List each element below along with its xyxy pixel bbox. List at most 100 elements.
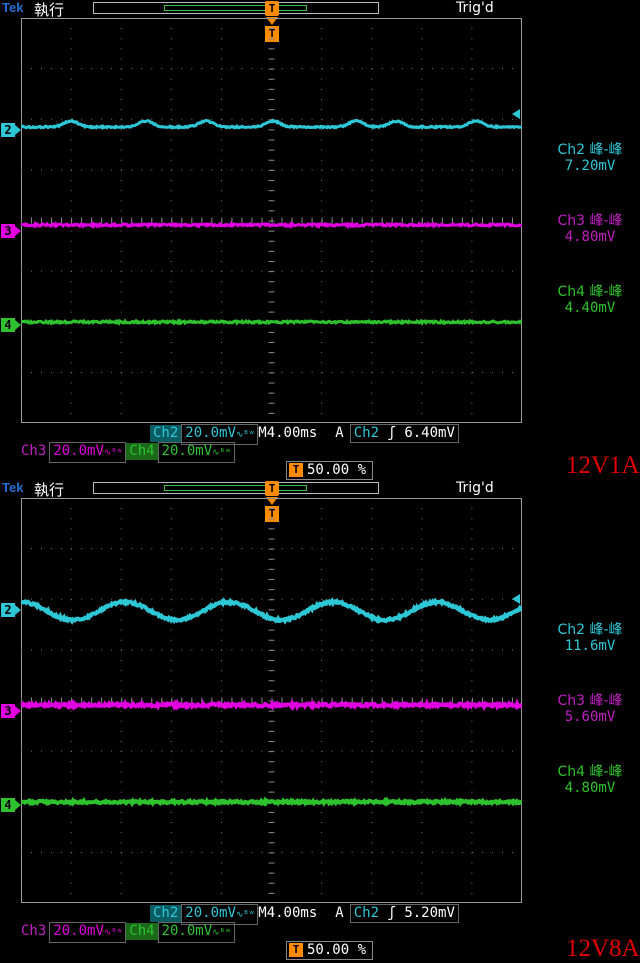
ch2-label[interactable]: Ch2	[150, 905, 181, 922]
measurement-ch3-pk2pk: Ch3 峰-峰 5.60mV	[540, 693, 640, 725]
bottom-readout-row-2: Ch3 20.0mV∿ᴮʷ Ch4 20.0mV∿ᴮʷ	[18, 922, 235, 939]
ch3-scale[interactable]: 20.0mV∿ᴮʷ	[49, 442, 126, 463]
bandwidth-limit-icon: ∿ᴮʷ	[212, 928, 230, 938]
trigger-position-icon: T	[289, 463, 303, 477]
trigger-level-marker[interactable]	[512, 109, 520, 119]
ch4-ground-marker[interactable]: 4	[1, 798, 15, 812]
ch4-marker-label: 4	[4, 318, 11, 332]
measurement-value: 4.40mV	[540, 300, 640, 316]
record-view-window	[164, 485, 307, 491]
trigger-position-readout[interactable]: T 50.00 %	[286, 461, 373, 480]
ch4-waveform	[21, 801, 522, 803]
load-condition-label: 12V1A	[566, 452, 640, 480]
measurement-ch2-pk2pk: Ch2 峰-峰 11.6mV	[540, 622, 640, 654]
trigger-state-label: Trig'd	[456, 480, 494, 496]
timebase[interactable]: M4.00ms	[258, 425, 317, 441]
ch3-scale-value: 20.0mV	[53, 443, 104, 459]
status-bar: Tek 執行 T Trig'd	[0, 0, 640, 18]
ch2-waveform	[21, 120, 522, 127]
ch3-label[interactable]: Ch3	[18, 923, 49, 940]
ch4-ground-marker[interactable]: 4	[1, 318, 15, 332]
ch3-waveform	[21, 704, 522, 707]
load-condition-label: 12V8A	[566, 935, 640, 963]
trigger-position-value: 50.00 %	[307, 462, 366, 478]
ch3-label[interactable]: Ch3	[18, 443, 49, 460]
ch3-ground-marker[interactable]: 3	[1, 224, 15, 238]
measurement-value: 5.60mV	[540, 709, 640, 725]
waveform-graticule[interactable]	[21, 18, 522, 423]
record-view-window	[164, 5, 307, 11]
graticule-dots	[21, 18, 522, 414]
measurement-label: Ch4 峰-峰	[540, 764, 640, 780]
trigger-position-icon: T	[289, 943, 303, 957]
trigger-level-marker[interactable]	[512, 594, 520, 604]
trigger-position-icon[interactable]: T	[265, 481, 279, 496]
trigger-source[interactable]: Ch2 ʃ 6.40mV	[350, 424, 459, 443]
bandwidth-limit-icon: ∿ᴮʷ	[236, 910, 254, 920]
trigger-mode: A	[335, 425, 343, 441]
measurement-label: Ch3 峰-峰	[540, 693, 640, 709]
measurement-value: 11.6mV	[540, 638, 640, 654]
bottom-readout-row-2: Ch3 20.0mV∿ᴮʷ Ch4 20.0mV∿ᴮʷ	[18, 442, 235, 459]
waveform-display	[21, 498, 522, 903]
ch2-label[interactable]: Ch2	[150, 425, 181, 442]
ch3-scale[interactable]: 20.0mV∿ᴮʷ	[49, 922, 126, 943]
run-state-label[interactable]: 執行	[34, 0, 64, 20]
bandwidth-limit-icon: ∿ᴮʷ	[104, 928, 122, 938]
graticule-dots	[21, 498, 522, 894]
ch2-scale-value: 20.0mV	[185, 425, 236, 441]
trigger-state-label: Trig'd	[456, 0, 494, 16]
ch4-waveform	[21, 321, 522, 323]
measurement-label: Ch2 峰-峰	[540, 142, 640, 158]
ch4-scale-value: 20.0mV	[162, 443, 213, 459]
scope-panel-12v8a: Tek 執行 T Trig'd T 2 3 4 Ch2 峰-峰 11.6mV C…	[0, 480, 640, 960]
bandwidth-limit-icon: ∿ᴮʷ	[104, 448, 122, 458]
ch4-label[interactable]: Ch4	[126, 923, 157, 940]
ch4-scale[interactable]: 20.0mV∿ᴮʷ	[158, 442, 235, 463]
trigger-level-value: 5.20mV	[404, 905, 455, 921]
rising-edge-icon: ʃ	[387, 425, 395, 441]
measurement-value: 4.80mV	[540, 229, 640, 245]
ch2-waveform	[21, 601, 522, 621]
bandwidth-limit-icon: ∿ᴮʷ	[212, 448, 230, 458]
ch4-scale[interactable]: 20.0mV∿ᴮʷ	[158, 922, 235, 943]
waveform-graticule[interactable]	[21, 498, 522, 903]
trigger-position-value: 50.00 %	[307, 942, 366, 958]
ch2-scale-value: 20.0mV	[185, 905, 236, 921]
timebase[interactable]: M4.00ms	[258, 905, 317, 921]
trigger-position-readout[interactable]: T 50.00 %	[286, 941, 373, 960]
scope-panel-12v1a: Tek 執行 T Trig'd T 2 3 4 Ch2 峰-峰 7.20mV C…	[0, 0, 640, 480]
ch2-ground-marker[interactable]: 2	[1, 123, 15, 137]
trigger-source[interactable]: Ch2 ʃ 5.20mV	[350, 904, 459, 923]
ch3-ground-marker[interactable]: 3	[1, 704, 15, 718]
ch2-marker-label: 2	[4, 603, 11, 617]
trigger-level-value: 6.40mV	[404, 425, 455, 441]
ch3-waveform	[21, 224, 522, 226]
ch3-marker-label: 3	[4, 704, 11, 718]
measurement-ch3-pk2pk: Ch3 峰-峰 4.80mV	[540, 213, 640, 245]
ch2-marker-label: 2	[4, 123, 11, 137]
rising-edge-icon: ʃ	[387, 905, 395, 921]
measurement-value: 4.80mV	[540, 780, 640, 796]
brand-logo: Tek	[2, 480, 23, 495]
ch4-label[interactable]: Ch4	[126, 443, 157, 460]
status-bar: Tek 執行 T Trig'd	[0, 480, 640, 498]
ch2-ground-marker[interactable]: 2	[1, 603, 15, 617]
measurement-label: Ch3 峰-峰	[540, 213, 640, 229]
measurement-ch2-pk2pk: Ch2 峰-峰 7.20mV	[540, 142, 640, 174]
bottom-readout-row-1: Ch2 20.0mV∿ᴮʷ M4.00ms A Ch2 ʃ 5.20mV	[150, 904, 459, 921]
measurement-value: 7.20mV	[540, 158, 640, 174]
measurement-label: Ch4 峰-峰	[540, 284, 640, 300]
trigger-source-value: Ch2	[354, 905, 379, 921]
measurement-label: Ch2 峰-峰	[540, 622, 640, 638]
run-state-label[interactable]: 執行	[34, 479, 64, 500]
bandwidth-limit-icon: ∿ᴮʷ	[236, 430, 254, 440]
waveform-display	[21, 18, 522, 423]
record-length-bar	[93, 2, 379, 14]
measurement-ch4-pk2pk: Ch4 峰-峰 4.80mV	[540, 764, 640, 796]
ch3-marker-label: 3	[4, 224, 11, 238]
ch4-marker-label: 4	[4, 798, 11, 812]
trigger-position-icon[interactable]: T	[265, 1, 279, 16]
brand-logo: Tek	[2, 0, 23, 15]
bottom-readout-row-1: Ch2 20.0mV∿ᴮʷ M4.00ms A Ch2 ʃ 6.40mV	[150, 424, 459, 441]
